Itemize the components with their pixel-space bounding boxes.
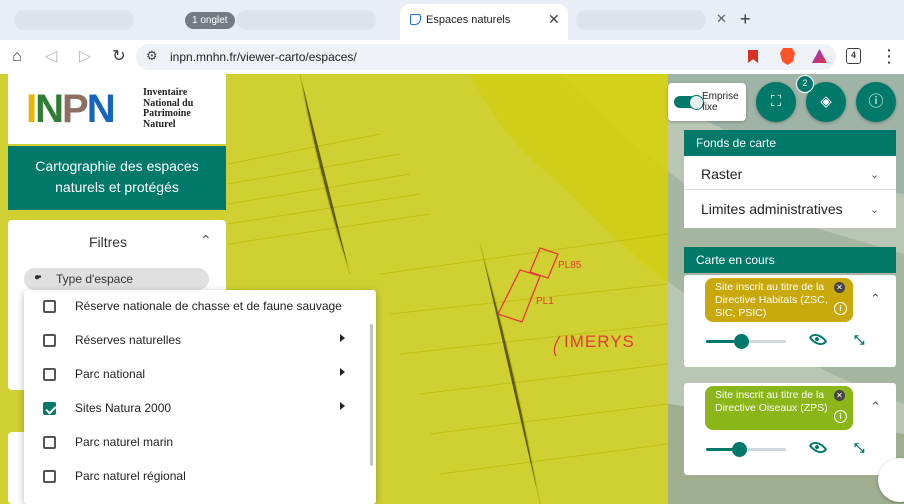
inpn-logo[interactable]: INPN Inventaire National du Patrimoine N… <box>8 74 226 144</box>
annotation-label: PL1 <box>536 296 554 307</box>
browser-tab-bar: 1 onglet Espaces naturels ✕ ✕ + <box>0 0 904 40</box>
dropdown-item[interactable]: Parc national <box>24 358 369 392</box>
checkbox[interactable] <box>43 334 56 347</box>
submenu-arrow-icon[interactable] <box>340 334 345 342</box>
opacity-slider[interactable] <box>706 334 786 349</box>
zoom-to-extent-icon[interactable]: ⤡ <box>854 332 864 348</box>
chevron-up-icon[interactable]: ⌃ <box>200 232 212 249</box>
dropdown-item[interactable]: Parc naturel marin <box>24 426 369 460</box>
checkbox[interactable] <box>43 300 56 313</box>
checkbox[interactable] <box>43 436 56 449</box>
tab-espaces-naturels[interactable]: Espaces naturels ✕ <box>400 4 568 40</box>
back-arrow-icon[interactable]: ◁ <box>40 46 62 68</box>
slider-thumb[interactable] <box>734 334 749 349</box>
new-tab-button[interactable]: + <box>740 9 751 29</box>
chevron-up-icon[interactable]: ⌃ <box>870 399 881 415</box>
zoom-to-extent-icon[interactable]: ⤡ <box>854 440 864 456</box>
address-bar[interactable]: ⚙ inpn.mnhn.fr/viewer-carto/espaces/ <box>136 44 836 70</box>
layer-card-oiseaux: Site inscrit au titre de la Directive Oi… <box>684 383 896 475</box>
filters-title: Filtres <box>88 234 128 250</box>
brave-shields-icon[interactable] <box>780 48 795 65</box>
info-icon[interactable]: i <box>834 302 847 315</box>
logo-text: Inventaire National du Patrimoine Nature… <box>143 87 194 130</box>
tab-counter-button[interactable]: 4 <box>846 48 861 64</box>
checkbox[interactable] <box>43 470 56 483</box>
chevron-down-icon[interactable]: ⌄ <box>870 203 879 216</box>
fonds-de-carte-list: Raster ⌄ Limites administratives ⌄ <box>684 156 896 228</box>
chevron-down-icon[interactable]: ⌄ <box>870 168 879 181</box>
close-icon[interactable]: ✕ <box>548 11 560 28</box>
chevron-up-icon[interactable]: ⌃ <box>870 291 881 307</box>
info-icon[interactable]: i <box>834 410 847 423</box>
layers-count-badge: 2 <box>796 75 814 93</box>
eye-icon[interactable] <box>808 329 828 350</box>
fonds-raster[interactable]: Raster ⌄ <box>684 156 896 190</box>
rewards-icon[interactable] <box>812 49 827 63</box>
fonds-de-carte-header: Fonds de carte <box>684 130 896 156</box>
annotation-label: PL85 <box>558 260 582 271</box>
slider-thumb[interactable] <box>732 442 747 457</box>
type-espace-chip[interactable]: ●• Type d'espace <box>24 268 209 290</box>
checkbox[interactable] <box>43 368 56 381</box>
checkbox-checked[interactable] <box>43 402 56 415</box>
layer-card-habitats: Site inscrit au titre de la Directive Ha… <box>684 275 896 367</box>
tab-background[interactable] <box>14 10 134 30</box>
annotation-label: IMERYS <box>564 332 635 351</box>
browser-toolbar: ⌂ ◁ ▷ ↻ ⚙ inpn.mnhn.fr/viewer-carto/espa… <box>0 40 904 74</box>
kebab-menu-icon[interactable]: ⋮ <box>880 45 898 67</box>
dropdown-item[interactable]: Sites Natura 2000 <box>24 392 369 426</box>
fullscreen-button[interactable]: ⛶ <box>756 82 796 122</box>
close-icon[interactable]: ✕ <box>834 390 845 401</box>
submenu-arrow-icon[interactable] <box>340 368 345 376</box>
carte-en-cours-header: Carte en cours <box>684 247 896 273</box>
eye-icon[interactable] <box>808 437 828 458</box>
tab-group-chip[interactable]: 1 onglet <box>185 12 235 29</box>
layer-label-pill: Site inscrit au titre de la Directive Ha… <box>705 278 853 322</box>
url-text[interactable]: inpn.mnhn.fr/viewer-carto/espaces/ <box>170 50 357 64</box>
fonds-limites-administratives[interactable]: Limites administratives ⌄ <box>684 191 896 225</box>
map-favicon-icon <box>410 14 421 25</box>
close-icon[interactable]: ✕ <box>834 282 845 293</box>
tab-title: Espaces naturels <box>426 14 511 26</box>
forward-arrow-icon[interactable]: ▷ <box>74 46 96 68</box>
dots-icon: ●• <box>34 272 41 283</box>
dropdown-item[interactable]: Réserve nationale de chasse et de faune … <box>24 290 369 324</box>
dropdown-scrollbar[interactable] <box>370 324 373 466</box>
tab-background[interactable] <box>576 10 706 30</box>
dropdown-item[interactable]: Réserves naturelles <box>24 324 369 358</box>
layer-label-pill: Site inscrit au titre de la Directive Oi… <box>705 386 853 430</box>
toggle-switch[interactable] <box>674 95 704 110</box>
logo-letters: INPN <box>26 87 116 131</box>
close-icon[interactable]: ✕ <box>716 11 727 27</box>
type-espace-dropdown: Réserve nationale de chasse et de faune … <box>24 290 376 504</box>
emprise-fixe-toggle[interactable]: Emprise fixe <box>668 83 746 121</box>
tab-background[interactable] <box>236 10 376 30</box>
reload-icon[interactable]: ↻ <box>108 46 130 68</box>
site-settings-icon[interactable]: ⚙ <box>146 48 158 64</box>
opacity-slider[interactable] <box>706 442 786 457</box>
app-title: Cartographie des espaces naturels et pro… <box>8 146 226 210</box>
bookmark-icon[interactable] <box>748 50 758 63</box>
submenu-arrow-icon[interactable] <box>340 402 345 410</box>
info-button[interactable]: ⓘ <box>856 82 896 122</box>
dropdown-item[interactable]: Parc naturel régional <box>24 460 369 494</box>
home-icon[interactable]: ⌂ <box>6 46 28 68</box>
